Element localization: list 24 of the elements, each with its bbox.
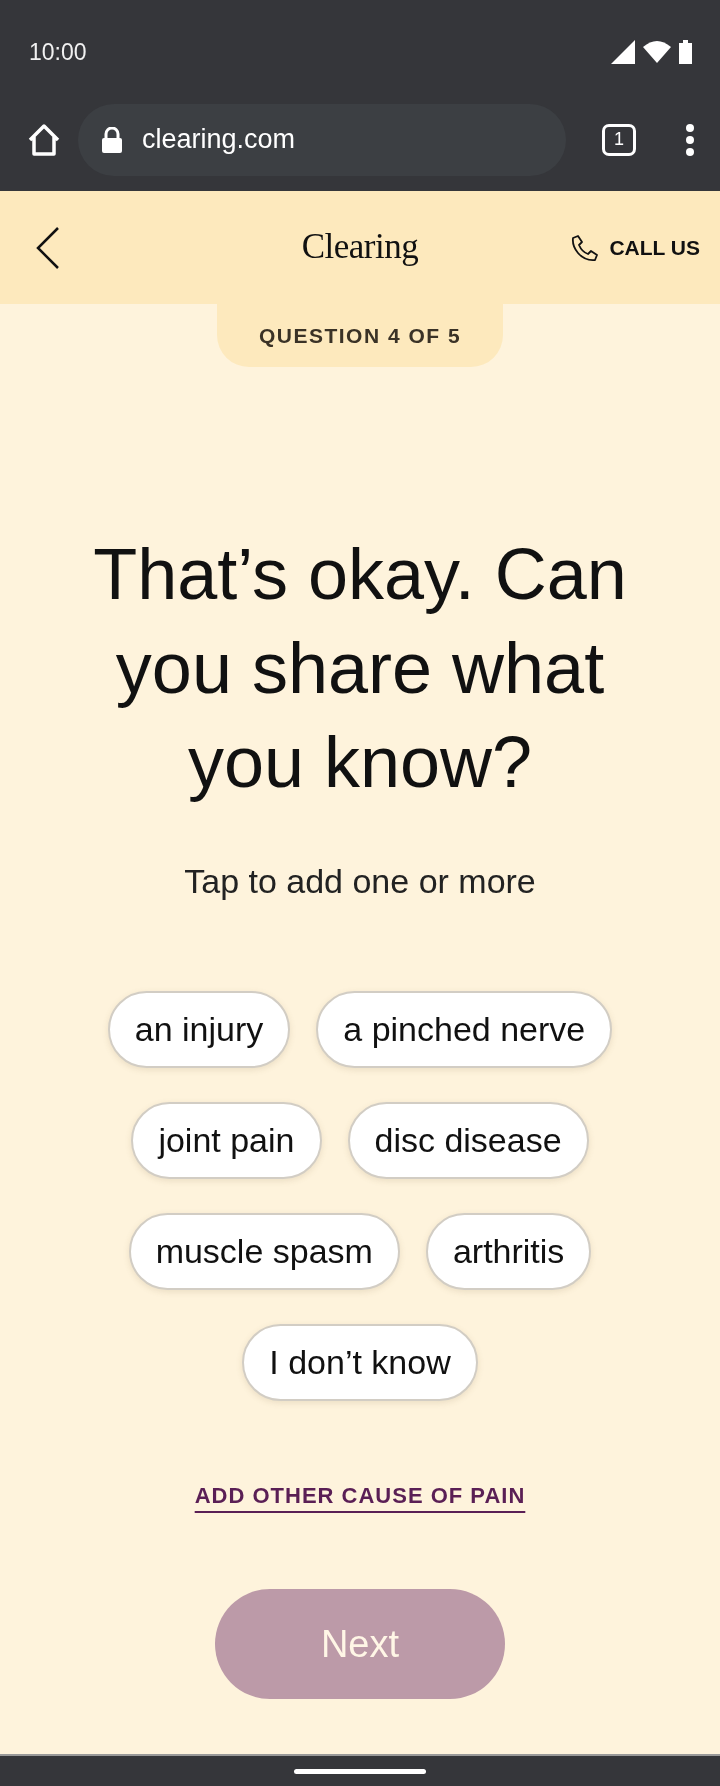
status-time: 10:00 [29, 38, 87, 66]
call-us-link[interactable]: CALL US [571, 233, 700, 262]
home-icon[interactable] [26, 121, 62, 158]
menu-icon[interactable] [686, 123, 694, 156]
battery-icon [679, 40, 692, 64]
add-other-cause-link[interactable]: ADD OTHER CAUSE OF PAIN [194, 1483, 526, 1509]
lock-icon [102, 126, 122, 153]
home-indicator[interactable] [294, 1768, 426, 1774]
option-chip[interactable]: I don’t know [242, 1324, 478, 1401]
wifi-icon [643, 41, 671, 63]
question-title: That’s okay. Can you share what you know? [92, 533, 628, 804]
option-chip[interactable]: joint pain [131, 1102, 322, 1179]
question-subtitle: Tap to add one or more [184, 861, 536, 901]
option-chip[interactable]: an injury [107, 991, 291, 1068]
tab-count-button[interactable]: 1 [602, 123, 636, 156]
option-chip[interactable]: muscle spasm [128, 1213, 400, 1290]
signal-icon [611, 40, 635, 64]
brand-logo: Clearing [301, 227, 419, 267]
back-icon[interactable] [36, 225, 60, 270]
option-chip[interactable]: arthritis [425, 1213, 592, 1290]
option-chip[interactable]: disc disease [347, 1102, 589, 1179]
address-bar[interactable]: clearing.com [78, 103, 566, 176]
option-chip[interactable]: a pinched nerve [316, 991, 613, 1068]
phone-icon [571, 233, 600, 262]
